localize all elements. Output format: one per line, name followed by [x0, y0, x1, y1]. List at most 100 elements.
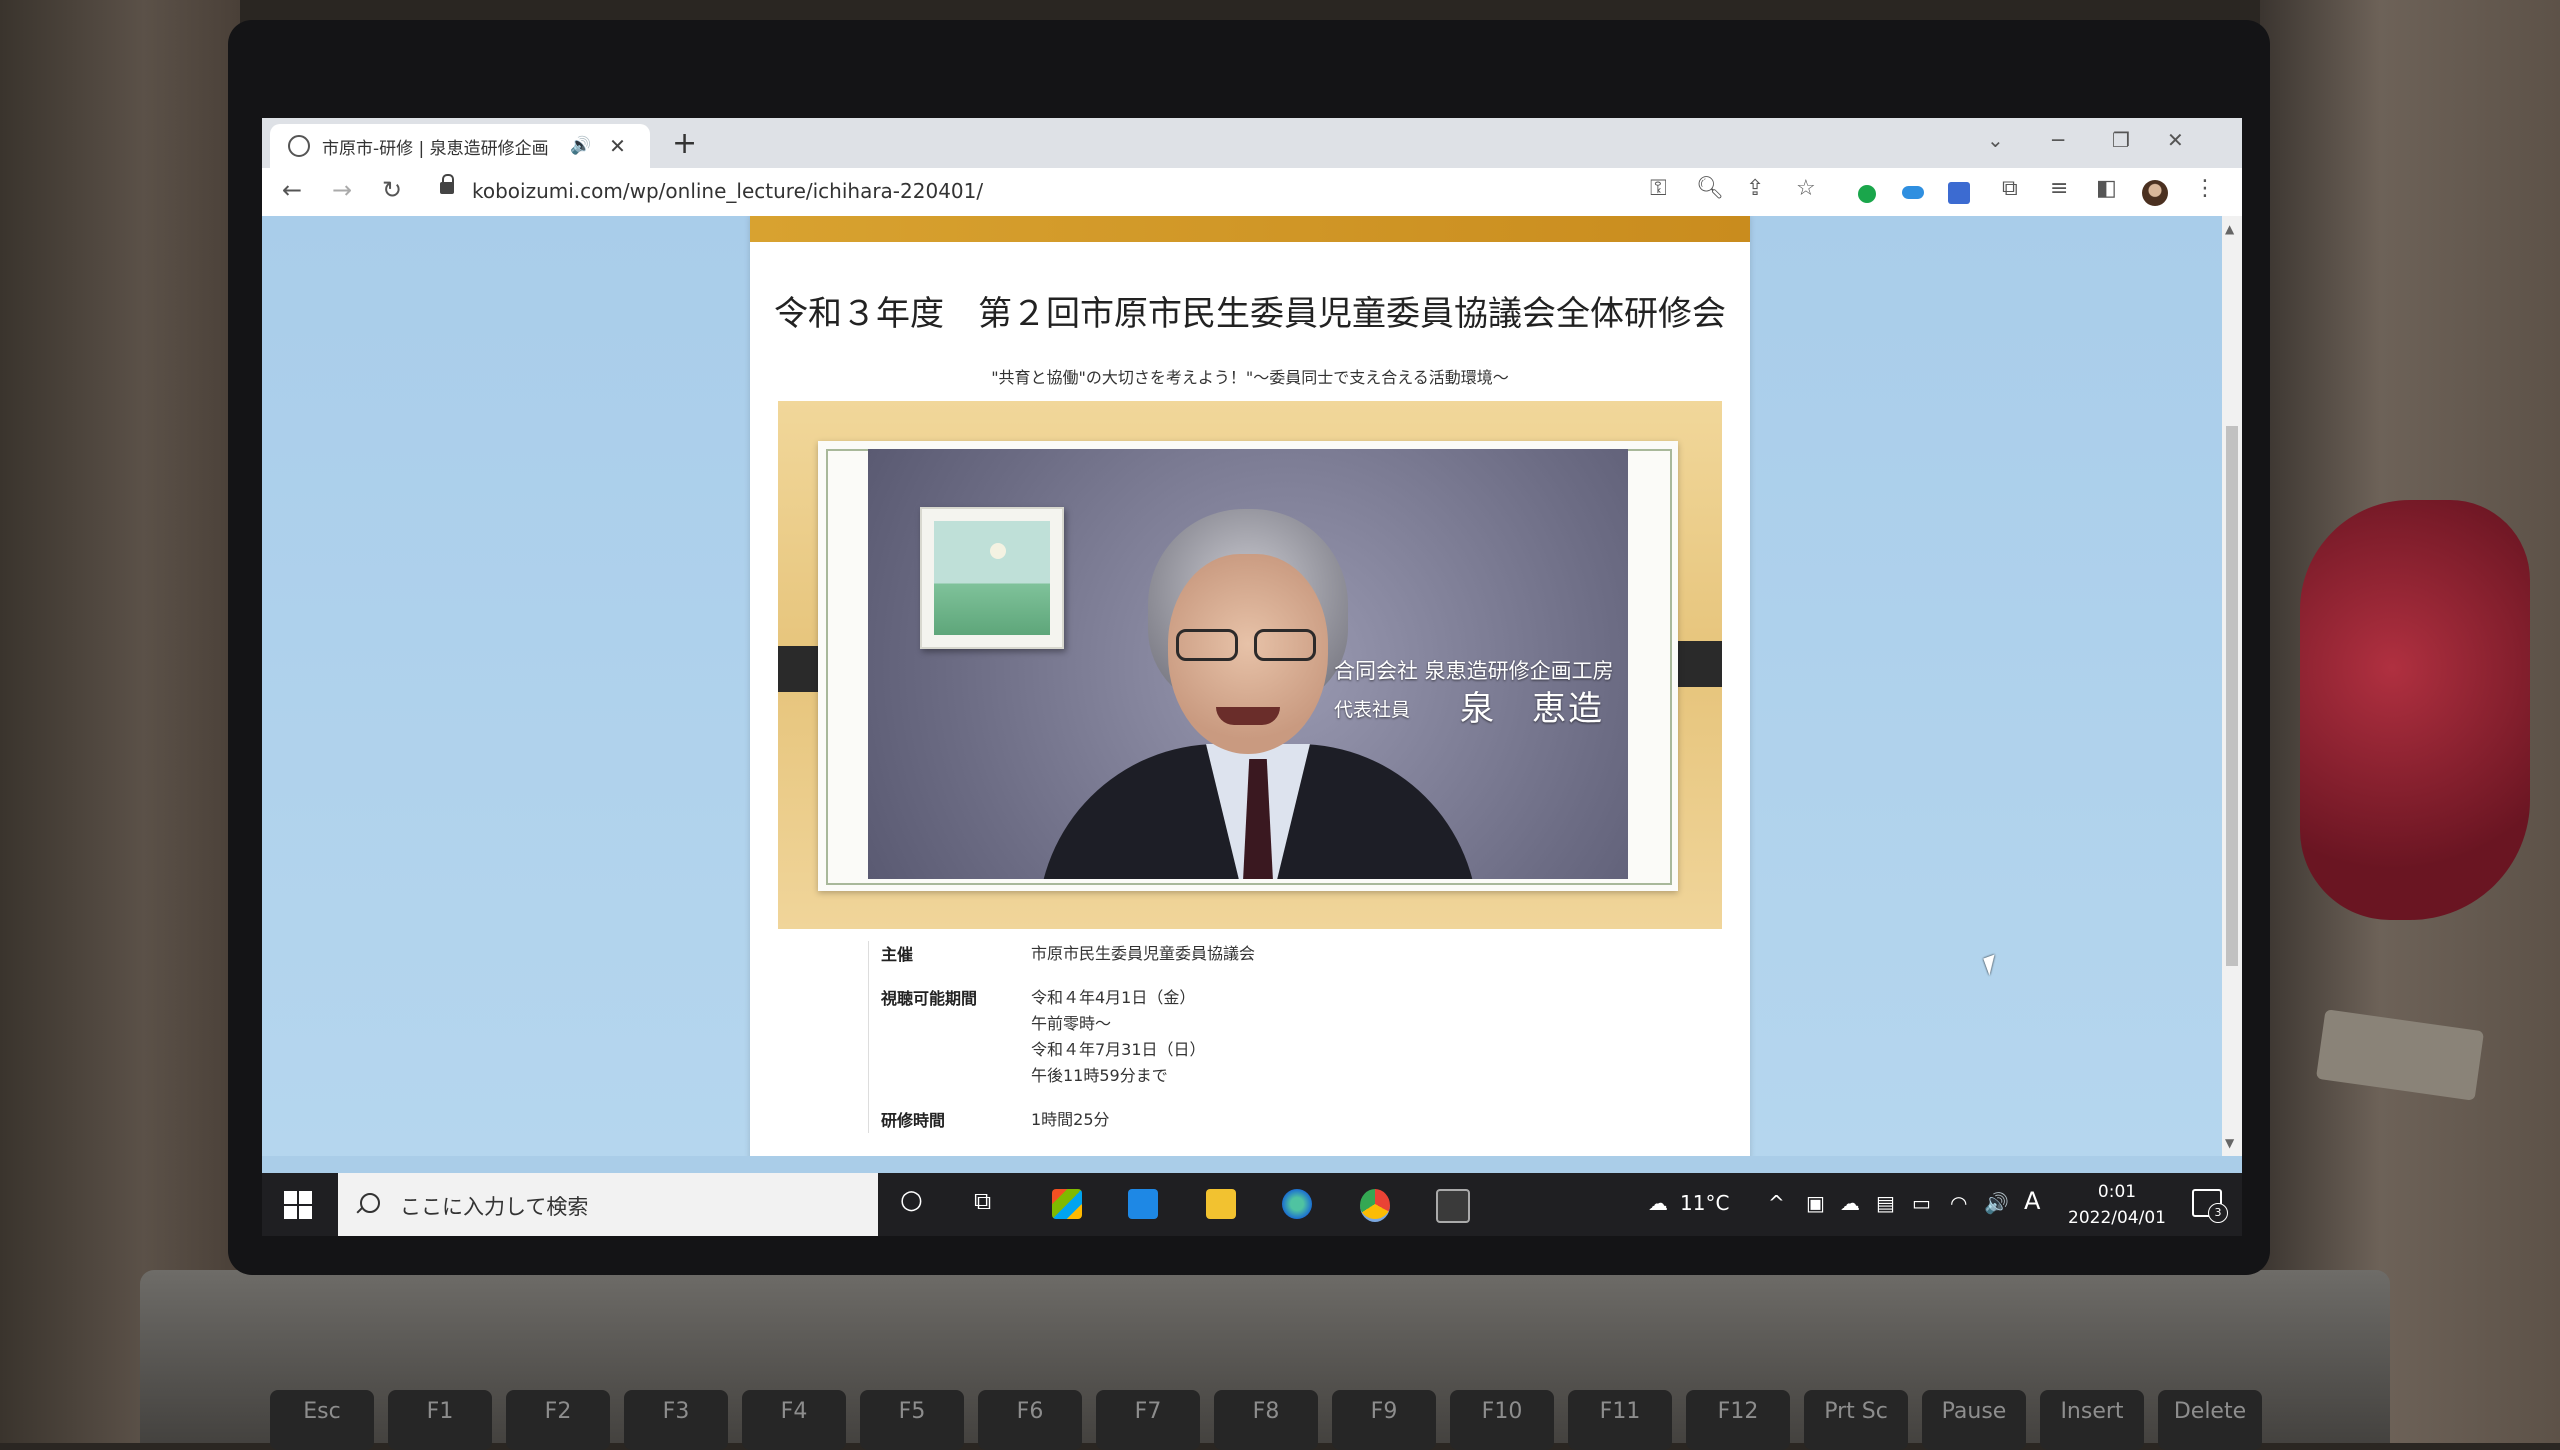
presenter: [1038, 509, 1478, 879]
bookmark-star-icon[interactable]: ☆: [1796, 176, 1816, 201]
glasses-lens-right: [1254, 629, 1316, 661]
caption-role: 代表社員: [1334, 699, 1411, 721]
edge-icon[interactable]: [1282, 1189, 1312, 1219]
scroll-up-icon[interactable]: ▲: [2225, 222, 2234, 236]
video-frame: 合同会社 泉恵造研修企画工房 代表社員 泉 恵造: [778, 401, 1722, 929]
header-band: [750, 216, 1750, 242]
key-f7: F7: [1096, 1390, 1200, 1450]
red-plush-toy: [2300, 500, 2530, 920]
weather-icon[interactable]: ☁: [1648, 1191, 1668, 1215]
scroll-thumb[interactable]: [2226, 426, 2238, 966]
laptop-screen: 市原市-研修 | 泉恵造研修企画 🔊 ✕ + ⌄ ─ ❐ ✕ ← → ↻ kob…: [262, 118, 2242, 1236]
zoom-icon[interactable]: 🔍︎: [1696, 176, 1724, 201]
clock-time: 0:01: [2097, 1182, 2137, 1202]
info-value: 令和４年4月1日（金） 午前零時～ 令和４年7月31日（日） 午後11時59分ま…: [1031, 985, 1206, 1089]
info-label: 視聴可能期間: [881, 989, 978, 1008]
page-scrollbar[interactable]: ▲ ▼: [2222, 216, 2242, 1156]
info-line: 令和４年4月1日（金）: [1031, 988, 1196, 1007]
key-esc: Esc: [270, 1390, 374, 1450]
restore-icon[interactable]: ❐: [2112, 128, 2130, 152]
meet-icon[interactable]: ▣: [1806, 1191, 1825, 1215]
key-f3: F3: [624, 1390, 728, 1450]
share-icon[interactable]: ⇪: [1746, 176, 1764, 201]
key-f11: F11: [1568, 1390, 1672, 1450]
store-icon[interactable]: [1052, 1189, 1082, 1219]
tray-app-icon[interactable]: ▤: [1876, 1191, 1895, 1215]
scroll-down-icon[interactable]: ▼: [2225, 1136, 2234, 1150]
task-view-icon[interactable]: ⧉: [974, 1187, 991, 1215]
taskbar-clock[interactable]: 0:01 2022/04/01: [2062, 1179, 2172, 1231]
info-line: 午前零時～: [1031, 1014, 1112, 1033]
tray-chevron-icon[interactable]: ^: [1768, 1191, 1785, 1215]
search-placeholder: ここに入力して検索: [400, 1195, 589, 1219]
key-f9: F9: [1332, 1390, 1436, 1450]
key-f10: F10: [1450, 1390, 1554, 1450]
camera-icon[interactable]: [1436, 1189, 1470, 1223]
ime-indicator[interactable]: A: [2024, 1187, 2040, 1215]
search-icon: [360, 1193, 380, 1213]
page-viewport: 令和３年度 第２回市原市民生委員児童委員協議会全体研修会 "共育と協働"の大切さ…: [262, 216, 2222, 1156]
lecture-video[interactable]: 合同会社 泉恵造研修企画工房 代表社員 泉 恵造: [868, 449, 1628, 879]
chrome-icon[interactable]: [1360, 1189, 1390, 1222]
page-subtitle: "共育と協働"の大切さを考えよう！"～委員同士で支え合える活動環境～: [991, 368, 1509, 387]
extension-cloud-icon[interactable]: [1902, 186, 1924, 199]
lock-icon[interactable]: [440, 174, 454, 196]
side-panel-icon[interactable]: ◧: [2096, 176, 2117, 201]
globe-icon: [288, 135, 310, 157]
key-pause: Pause: [1922, 1390, 2026, 1450]
info-row-host: 主催 市原市民生委員児童委員協議会: [869, 941, 1729, 967]
key-f6: F6: [978, 1390, 1082, 1450]
extension-blue-icon[interactable]: [1948, 182, 1970, 204]
key-icon[interactable]: ⚿: [1650, 176, 1667, 201]
back-icon[interactable]: ←: [282, 176, 302, 204]
puzzle-extensions-icon[interactable]: ⧉: [2002, 176, 2018, 201]
reading-list-icon[interactable]: ≡: [2050, 176, 2068, 201]
caption-name: 泉 恵造: [1460, 689, 1604, 729]
weather-temp[interactable]: 11°C: [1680, 1191, 1729, 1215]
info-value: 市原市民生委員児童委員協議会: [1031, 941, 1255, 967]
battery-icon[interactable]: ▭: [1912, 1191, 1931, 1215]
reload-icon[interactable]: ↻: [382, 176, 402, 204]
info-row-duration: 研修時間 1時間25分: [869, 1107, 1729, 1133]
key-prtsc: Prt Sc: [1804, 1390, 1908, 1450]
key-insert: Insert: [2040, 1390, 2144, 1450]
new-tab-button[interactable]: +: [672, 126, 697, 161]
windows-start-icon[interactable]: [284, 1191, 312, 1219]
painting-canvas: [934, 521, 1050, 635]
tab-close-icon[interactable]: ✕: [609, 134, 626, 158]
cortana-icon[interactable]: ○: [900, 1185, 923, 1215]
forward-icon[interactable]: →: [332, 176, 352, 204]
key-f5: F5: [860, 1390, 964, 1450]
wifi-icon[interactable]: ◠: [1950, 1191, 1967, 1215]
tab-search-icon[interactable]: ⌄: [1987, 128, 2004, 152]
windows-taskbar: ここに入力して検索 ○ ⧉ ☁ 11°C ^ ▣ ☁ ▤ ▭ ◠ 🔊 A 0:0…: [262, 1173, 2242, 1236]
notification-icon[interactable]: 3: [2192, 1189, 2228, 1223]
minimize-icon[interactable]: ─: [2052, 128, 2064, 152]
menu-kebab-icon[interactable]: ⋮: [2194, 176, 2216, 201]
info-line: 令和４年7月31日（日）: [1031, 1040, 1206, 1059]
extension-green-icon[interactable]: [1858, 185, 1876, 203]
info-line: 午後11時59分まで: [1031, 1066, 1168, 1085]
browser-tab[interactable]: 市原市-研修 | 泉恵造研修企画 🔊 ✕: [270, 124, 650, 168]
volume-icon[interactable]: 🔊: [1984, 1191, 2009, 1215]
window-close-icon[interactable]: ✕: [2167, 128, 2184, 152]
speaker-icon[interactable]: 🔊: [570, 136, 591, 156]
key-f1: F1: [388, 1390, 492, 1450]
presenter-mouth: [1216, 707, 1280, 725]
desk-left: [0, 0, 240, 1443]
content-card: 令和３年度 第２回市原市民生委員児童委員協議会全体研修会 "共育と協働"の大切さ…: [750, 216, 1750, 1156]
event-info-table: 主催 市原市民生委員児童委員協議会 視聴可能期間 令和４年4月1日（金） 午前零…: [868, 941, 1729, 1133]
onedrive-icon[interactable]: ☁: [1840, 1191, 1860, 1215]
info-value: 1時間25分: [1031, 1107, 1110, 1133]
browser-tabstrip: 市原市-研修 | 泉恵造研修企画 🔊 ✕ + ⌄ ─ ❐ ✕: [262, 118, 2242, 168]
key-delete: Delete: [2158, 1390, 2262, 1450]
file-explorer-icon[interactable]: [1206, 1189, 1236, 1219]
key-f4: F4: [742, 1390, 846, 1450]
page-title: 令和３年度 第２回市原市民生委員児童委員協議会全体研修会: [774, 294, 1726, 334]
url-text: koboizumi.com/wp/online_lecture/ichihara…: [472, 179, 984, 203]
taskbar-search[interactable]: ここに入力して検索: [338, 1173, 878, 1236]
info-label: 主催: [881, 945, 914, 964]
profile-avatar[interactable]: [2142, 180, 2168, 206]
mail-icon[interactable]: [1128, 1189, 1158, 1219]
key-f12: F12: [1686, 1390, 1790, 1450]
